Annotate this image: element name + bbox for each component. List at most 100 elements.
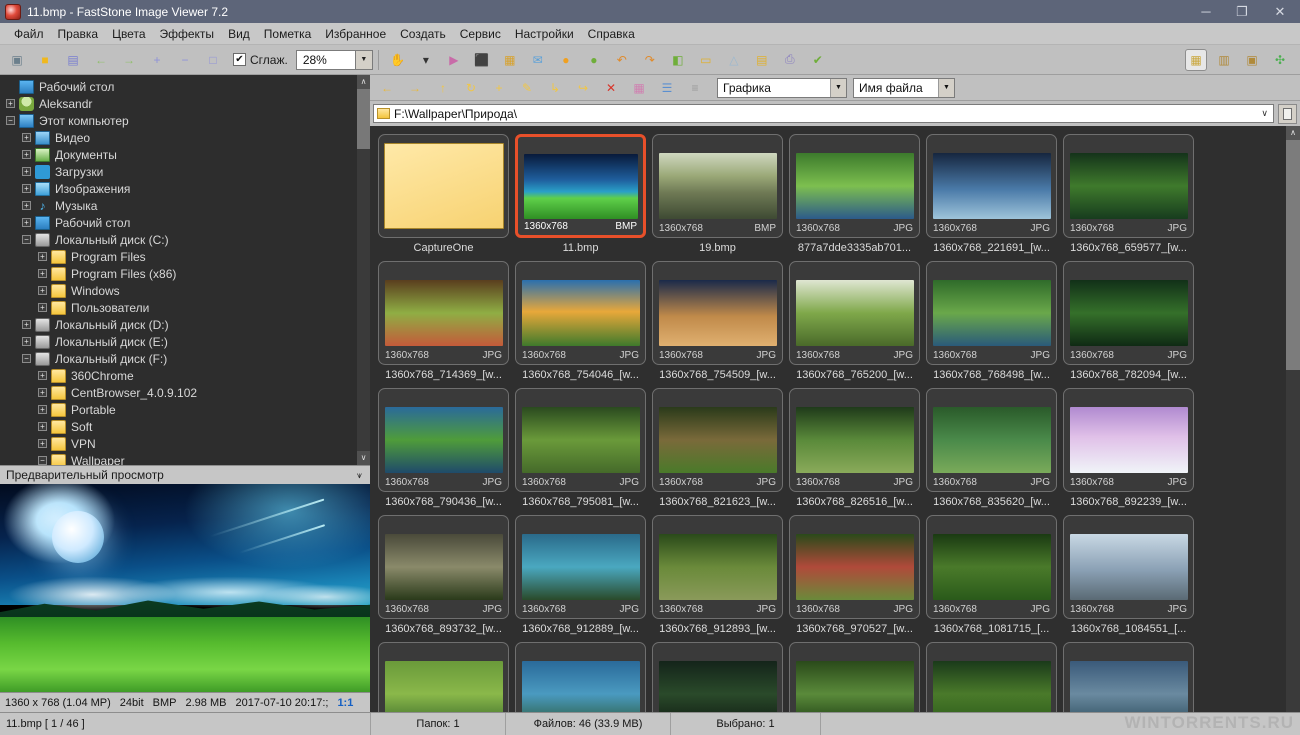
- tree-item-9[interactable]: − Локальный диск (C:): [0, 231, 370, 248]
- thumbnail-image[interactable]: 1360x768 JPG: [378, 515, 509, 619]
- thumbnail-cell[interactable]: 1360x768 JPG 1360x768_221691_[w...: [926, 134, 1057, 254]
- tree-item-5[interactable]: + Загрузки: [0, 163, 370, 180]
- expand-icon[interactable]: +: [38, 286, 47, 295]
- tree-item-17[interactable]: +360Chrome: [0, 367, 370, 384]
- tree-item-18[interactable]: + CentBrowser_4.0.9.102: [0, 384, 370, 401]
- thumbnail-cell[interactable]: 1360x768 BMP 11.bmp: [515, 134, 646, 254]
- expand-icon[interactable]: +: [22, 133, 31, 142]
- print-icon[interactable]: ⎙: [779, 49, 801, 71]
- up-folder-icon[interactable]: ↑: [432, 77, 454, 99]
- menu-item-6[interactable]: Избранное: [318, 25, 393, 43]
- thumbnail-cell[interactable]: [926, 642, 1057, 712]
- expand-icon[interactable]: +: [22, 184, 31, 193]
- menu-item-10[interactable]: Справка: [581, 25, 642, 43]
- thumbnail-image[interactable]: 1360x768 JPG: [926, 261, 1057, 365]
- expand-icon[interactable]: +: [22, 150, 31, 159]
- thumbnail-image[interactable]: 1360x768 JPG: [515, 388, 646, 492]
- thumbnail-image[interactable]: 1360x768 JPG: [789, 515, 920, 619]
- tree-scroll-down-button[interactable]: ∨: [357, 451, 370, 465]
- expand-icon[interactable]: +: [22, 320, 31, 329]
- thumbnail-image[interactable]: 1360x768 JPG: [652, 388, 783, 492]
- preview-collapse-icon[interactable]: ⩛: [357, 470, 362, 481]
- tree-item-4[interactable]: + Документы: [0, 146, 370, 163]
- thumbnail-image[interactable]: 1360x768 JPG: [789, 134, 920, 238]
- thumbnail-image[interactable]: 1360x768 JPG: [378, 261, 509, 365]
- collapse-icon[interactable]: −: [6, 116, 15, 125]
- hand-pan-icon[interactable]: ✋: [387, 49, 409, 71]
- tree-item-2[interactable]: − Этот компьютер: [0, 112, 370, 129]
- slideshow-icon[interactable]: ▶: [443, 49, 465, 71]
- thumbnail-cell[interactable]: [652, 642, 783, 712]
- sort-select-chevron-down-icon[interactable]: ▼: [938, 78, 954, 97]
- edit-external-icon[interactable]: ✔: [807, 49, 829, 71]
- thumbnail-cell[interactable]: 1360x768 JPG 1360x768_754509_[w...: [652, 261, 783, 381]
- thumbnail-image[interactable]: 1360x768 JPG: [652, 261, 783, 365]
- thumbnail-image[interactable]: [789, 642, 920, 712]
- thumbnail-image[interactable]: [378, 642, 509, 712]
- expand-icon[interactable]: +: [38, 269, 47, 278]
- sort-select[interactable]: Имя файла ▼: [853, 77, 955, 98]
- filter-select-chevron-down-icon[interactable]: ▼: [830, 78, 846, 97]
- thumbnail-cell[interactable]: [378, 642, 509, 712]
- copy-to-icon[interactable]: ↳: [544, 77, 566, 99]
- collapse-icon[interactable]: −: [22, 235, 31, 244]
- grid-scrollbar[interactable]: ∧: [1286, 126, 1300, 712]
- zoom-dropdown-icon[interactable]: ▼: [355, 49, 373, 70]
- thumbnail-cell[interactable]: 1360x768 JPG 1360x768_821623_[w...: [652, 388, 783, 508]
- tree-scroll-up-button[interactable]: ∧: [357, 75, 370, 89]
- preview-view-icon[interactable]: ▣: [1241, 49, 1263, 71]
- tree-item-19[interactable]: + Portable: [0, 401, 370, 418]
- thumbnail-cell[interactable]: 1360x768 JPG 1360x768_768498_[w...: [926, 261, 1057, 381]
- zoom-fit-icon[interactable]: □: [202, 49, 224, 71]
- menu-item-4[interactable]: Вид: [221, 25, 257, 43]
- menu-item-5[interactable]: Пометка: [257, 25, 319, 43]
- color-adjust-icon[interactable]: ●: [555, 49, 577, 71]
- thumbnail-cell[interactable]: 1360x768 JPG 1360x768_659577_[w...: [1063, 134, 1194, 254]
- flip-icon[interactable]: ◧: [667, 49, 689, 71]
- thumbnail-cell[interactable]: 1360x768 JPG 1360x768_912889_[w...: [515, 515, 646, 635]
- expand-icon[interactable]: +: [22, 167, 31, 176]
- email-icon[interactable]: ✉: [527, 49, 549, 71]
- rotate-right-icon[interactable]: ↷: [639, 49, 661, 71]
- new-folder-icon[interactable]: +: [488, 77, 510, 99]
- thumbnail-cell[interactable]: 1360x768 JPG 1360x768_835620_[w...: [926, 388, 1057, 508]
- forward-icon[interactable]: →: [404, 77, 426, 99]
- tree-item-21[interactable]: + VPN: [0, 435, 370, 452]
- scan-icon[interactable]: △: [723, 49, 745, 71]
- save-icon[interactable]: ▤: [62, 49, 84, 71]
- filter-select[interactable]: Графика ▼: [717, 77, 847, 98]
- tree-item-1[interactable]: + Aleksandr: [0, 95, 370, 112]
- screen-capture-icon[interactable]: ▣: [6, 49, 28, 71]
- thumbnail-cell[interactable]: CaptureOne: [378, 134, 509, 254]
- thumbnail-cell[interactable]: [1063, 642, 1194, 712]
- thumbnail-cell[interactable]: 1360x768 JPG 1360x768_893732_[w...: [378, 515, 509, 635]
- previous-image-icon[interactable]: ←: [90, 49, 112, 71]
- thumbnail-image[interactable]: 1360x768 JPG: [515, 261, 646, 365]
- fullscreen-icon[interactable]: ✣: [1269, 49, 1291, 71]
- delete-icon[interactable]: ✕: [600, 77, 622, 99]
- thumbnail-image[interactable]: [1063, 642, 1194, 712]
- expand-icon[interactable]: +: [38, 422, 47, 431]
- thumbnail-image[interactable]: 1360x768 BMP: [515, 134, 646, 238]
- path-input[interactable]: F:\Wallpaper\Природа\ ∨: [373, 104, 1274, 123]
- thumbnail-image[interactable]: [378, 134, 509, 238]
- thumbnail-cell[interactable]: 1360x768 JPG 1360x768_970527_[w...: [789, 515, 920, 635]
- maximize-button[interactable]: ❐: [1224, 0, 1260, 23]
- thumbnail-cell[interactable]: 1360x768 JPG 1360x768_892239_[w...: [1063, 388, 1194, 508]
- menu-item-7[interactable]: Создать: [393, 25, 453, 43]
- tree-item-0[interactable]: Рабочий стол: [0, 78, 370, 95]
- tree-item-13[interactable]: + Пользователи: [0, 299, 370, 316]
- wallpaper-icon[interactable]: ⬛: [471, 49, 493, 71]
- move-to-icon[interactable]: ↪: [572, 77, 594, 99]
- thumbnail-grid[interactable]: CaptureOne 1360x768 BMP 11.bmp 1360x768 BMP 19…: [370, 126, 1286, 712]
- expand-icon[interactable]: +: [38, 303, 47, 312]
- tree-item-16[interactable]: − Локальный диск (F:): [0, 350, 370, 367]
- grid-scroll-thumb[interactable]: [1286, 140, 1300, 370]
- thumbnail-cell[interactable]: 1360x768 JPG 1360x768_790436_[w...: [378, 388, 509, 508]
- thumbnail-cell[interactable]: 1360x768 BMP 19.bmp: [652, 134, 783, 254]
- thumbnail-view-icon[interactable]: ▦: [1185, 48, 1207, 71]
- red-eye-icon[interactable]: ●: [583, 49, 605, 71]
- tree-item-15[interactable]: + Локальный диск (E:): [0, 333, 370, 350]
- thumbnail-image[interactable]: 1360x768 JPG: [926, 515, 1057, 619]
- crop-icon[interactable]: ▭: [695, 49, 717, 71]
